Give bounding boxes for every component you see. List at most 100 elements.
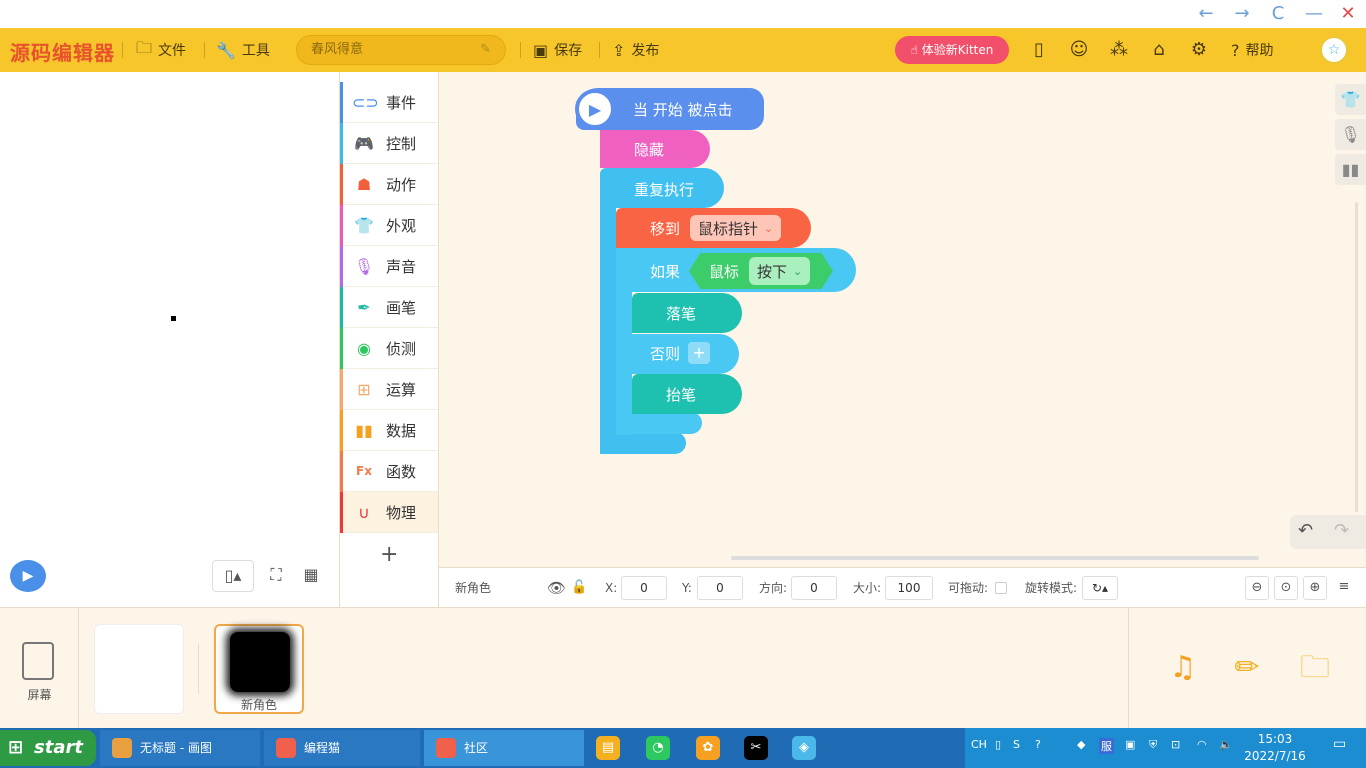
microphone-icon[interactable]: 🎙: [1335, 119, 1366, 150]
zoom-in-icon[interactable]: ⊕: [1303, 576, 1327, 600]
network-icon[interactable]: ⊡: [1171, 738, 1180, 751]
calculator-icon: ⊞: [357, 379, 371, 399]
pen-down-block[interactable]: 落笔: [632, 293, 742, 333]
cat-icon[interactable]: ⌂: [1147, 38, 1171, 62]
security-icon[interactable]: ⛨: [1149, 738, 1157, 752]
help-circle-icon[interactable]: ?: [1035, 738, 1041, 751]
move-target-dropdown[interactable]: 鼠标指针 ⌄: [690, 215, 782, 241]
x-input[interactable]: 0: [621, 576, 667, 600]
category-motion[interactable]: ☗ 动作: [340, 164, 438, 205]
task-paint[interactable]: 无标题 - 画图: [100, 730, 260, 766]
draggable-checkbox[interactable]: [995, 582, 1007, 594]
sprite-name[interactable]: 新角色: [455, 568, 491, 608]
category-function[interactable]: Fx 函数: [340, 451, 438, 492]
y-input[interactable]: 0: [697, 576, 743, 600]
redo-icon[interactable]: ↷: [1334, 520, 1349, 541]
sync-icon[interactable]: S: [1013, 738, 1020, 751]
add-else-button[interactable]: +: [688, 342, 711, 364]
costume-icon[interactable]: 👕: [1335, 84, 1366, 115]
pen-up-block[interactable]: 抬笔: [632, 374, 742, 414]
run-button[interactable]: ▶: [10, 560, 46, 592]
undo-icon[interactable]: ↶: [1298, 520, 1313, 541]
phone-icon[interactable]: ▯: [1027, 38, 1051, 62]
project-name-input[interactable]: 春风得意 ✎: [296, 35, 506, 65]
forward-icon[interactable]: →: [1228, 2, 1256, 26]
category-looks[interactable]: 👕 外观: [340, 205, 438, 246]
screen-tab[interactable]: 屏幕: [0, 608, 79, 729]
category-label: 事件: [386, 93, 417, 112]
file-menu[interactable]: 🗀 文件: [136, 28, 186, 72]
horizontal-scrollbar[interactable]: [731, 556, 1259, 560]
molecule-icon[interactable]: ⁂: [1107, 38, 1131, 62]
code-workspace[interactable]: ▶ 当 开始 被点击 隐藏 重复执行 移到 鼠标指针 ⌄ 如果 鼠标 按下 ⌄ 落笔…: [439, 72, 1366, 567]
sprite-card-selected[interactable]: 新角色: [214, 624, 304, 714]
pencil-icon[interactable]: ✏: [1227, 648, 1267, 688]
lock-icon[interactable]: 🔓: [571, 568, 587, 608]
gear-icon[interactable]: ⚙: [1187, 38, 1211, 62]
save-icon: ▣: [533, 40, 549, 60]
music-icon[interactable]: ♫: [1163, 648, 1203, 688]
save-button[interactable]: ▣ 保存: [533, 28, 582, 72]
category-event[interactable]: ⊂⊃ 事件: [340, 82, 438, 123]
tools-menu[interactable]: 🔧 工具: [216, 28, 270, 72]
category-physics[interactable]: ∪ 物理: [340, 492, 438, 533]
category-operators[interactable]: ⊞ 运算: [340, 369, 438, 410]
shield-icon[interactable]: ◆: [1077, 738, 1085, 751]
task-community[interactable]: 社区: [424, 730, 584, 766]
shirt-icon: 👕: [354, 215, 374, 235]
hide-block[interactable]: 隐藏: [600, 130, 710, 168]
vertical-scrollbar[interactable]: [1355, 202, 1358, 512]
size-input[interactable]: 100: [885, 576, 933, 600]
wechat-icon[interactable]: ◔: [646, 736, 670, 760]
pdf-icon[interactable]: ▯: [995, 738, 1001, 751]
help-button[interactable]: ? 帮助: [1231, 28, 1274, 72]
category-sound[interactable]: 🎙 声音: [340, 246, 438, 287]
folder-add-icon[interactable]: 🗀: [1295, 648, 1335, 688]
task-codecat[interactable]: 编程猫: [264, 730, 420, 766]
back-icon[interactable]: ←: [1192, 2, 1220, 26]
zoom-reset-icon[interactable]: ⊙: [1274, 576, 1298, 600]
minimize-icon[interactable]: —: [1300, 2, 1328, 26]
move-to-block[interactable]: 移到 鼠标指针 ⌄: [616, 208, 811, 248]
refresh-icon[interactable]: C: [1264, 2, 1292, 26]
device-select-icon[interactable]: ▯▴: [212, 560, 254, 592]
publish-button[interactable]: ⇪ 发布: [612, 28, 659, 72]
settings-icon[interactable]: ▣: [1125, 738, 1135, 751]
service-icon[interactable]: 服: [1099, 738, 1114, 754]
capcut-icon[interactable]: ✂: [744, 736, 768, 760]
eye-icon[interactable]: 👁: [547, 568, 566, 608]
start-button[interactable]: ⊞ start: [0, 730, 96, 766]
radar-icon: ◉: [357, 338, 371, 358]
folder-icon[interactable]: ▤: [596, 736, 620, 760]
app-icon[interactable]: ✿: [696, 736, 720, 760]
mouse-state-dropdown[interactable]: 按下 ⌄: [749, 257, 811, 285]
category-control[interactable]: 🎮 控制: [340, 123, 438, 164]
volume-icon[interactable]: 🔈: [1219, 738, 1233, 751]
try-kitten-button[interactable]: ☝ 体验新Kitten: [895, 36, 1009, 64]
category-pen[interactable]: ✒ 画笔: [340, 287, 438, 328]
grid-icon[interactable]: ▦: [296, 560, 326, 592]
clock[interactable]: 15:03 2022/7/16: [1240, 731, 1310, 765]
mouse-pressed-condition[interactable]: 鼠标 按下 ⌄: [689, 253, 833, 289]
robot-icon[interactable]: ☺: [1067, 38, 1091, 62]
add-category-icon[interactable]: +: [380, 542, 398, 567]
sprite-card-blank[interactable]: [94, 624, 184, 714]
wifi-icon[interactable]: ◠: [1197, 738, 1207, 751]
category-sensing[interactable]: ◉ 侦测: [340, 328, 438, 369]
category-data[interactable]: ▮▮ 数据: [340, 410, 438, 451]
menu-icon[interactable]: ≡: [1332, 576, 1356, 600]
notification-icon[interactable]: ▭: [1333, 736, 1346, 752]
photo-icon[interactable]: ◈: [792, 736, 816, 760]
zoom-out-icon[interactable]: ⊖: [1245, 576, 1269, 600]
category-bar: [340, 451, 343, 492]
clock-date: 2022/7/16: [1244, 749, 1306, 763]
when-start-clicked-block[interactable]: ▶ 当 开始 被点击: [575, 88, 764, 130]
rotation-mode-select[interactable]: ↻▴: [1082, 576, 1118, 600]
stage-canvas[interactable]: [8, 80, 330, 546]
close-icon[interactable]: ✕: [1334, 2, 1362, 26]
fullscreen-icon[interactable]: ⛶: [261, 560, 291, 592]
ime-indicator[interactable]: CH: [971, 738, 987, 751]
direction-input[interactable]: 0: [791, 576, 837, 600]
chart-icon[interactable]: ▮▮: [1335, 154, 1366, 185]
avatar[interactable]: ☆: [1320, 36, 1348, 64]
